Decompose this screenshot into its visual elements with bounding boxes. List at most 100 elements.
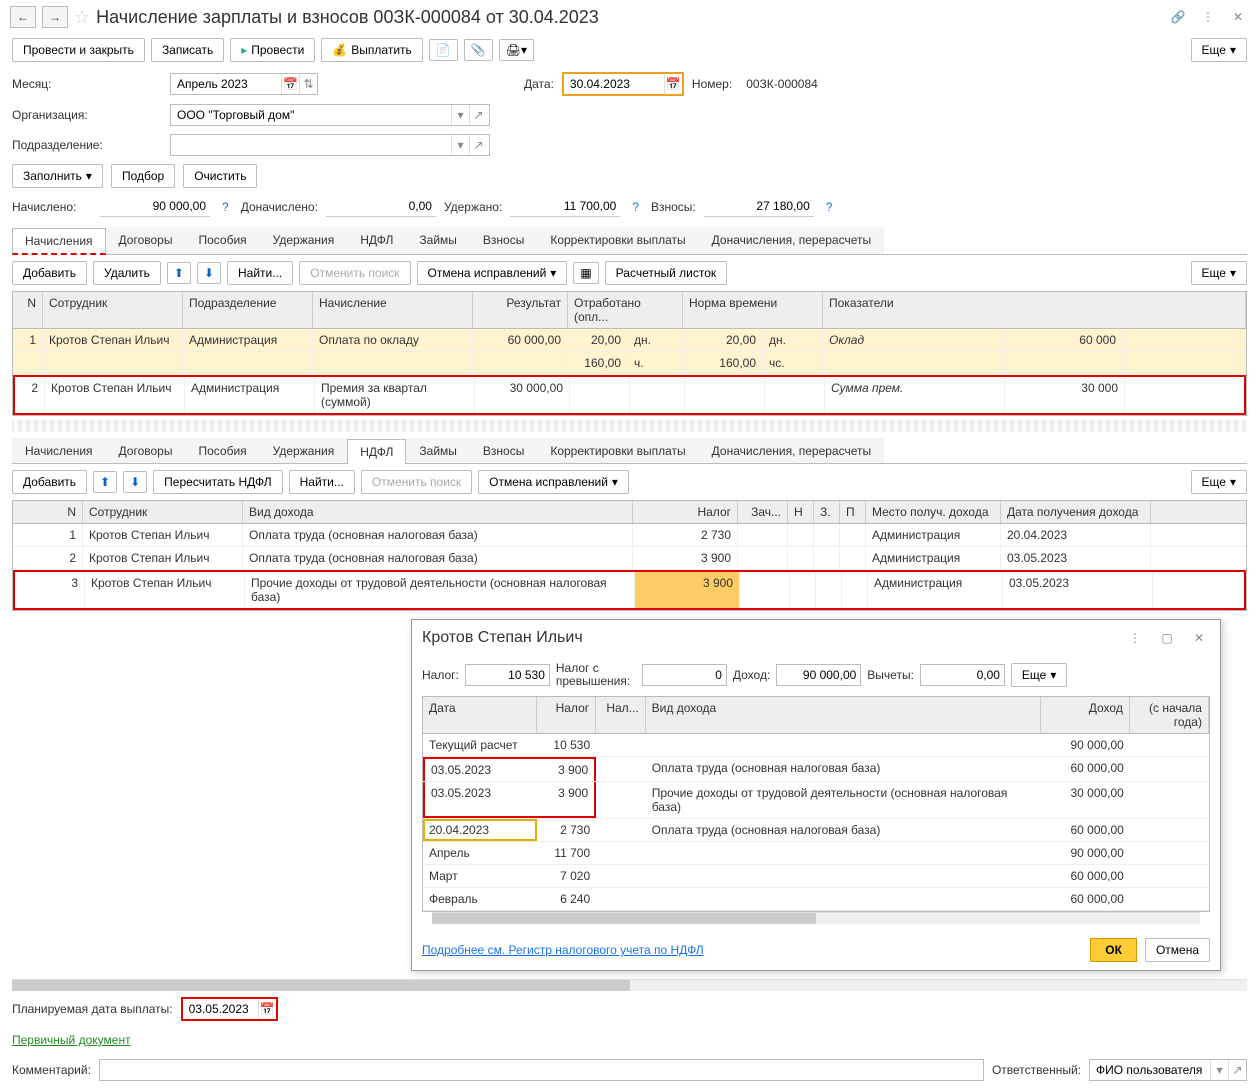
close-icon[interactable]: ✕ — [1188, 628, 1210, 648]
list-item[interactable]: Текущий расчет10 53090 000,00 — [423, 734, 1209, 757]
post-and-close-button[interactable]: Провести и закрыть — [12, 38, 145, 62]
col-date[interactable]: Дата получения дохода — [1001, 501, 1151, 523]
delete-button[interactable]: Удалить — [93, 261, 161, 285]
open-icon[interactable]: ↗ — [1228, 1060, 1246, 1080]
find-button[interactable]: Найти... — [289, 470, 355, 494]
deduct-value[interactable] — [920, 664, 1005, 686]
tab-1[interactable]: Договоры — [106, 438, 186, 463]
excess-value[interactable] — [642, 664, 727, 686]
col-inc[interactable]: Вид дохода — [243, 501, 633, 523]
pay-button[interactable]: 💰Выплатить — [321, 38, 422, 62]
popup-grid[interactable]: Дата Налог Нал... Вид дохода Доход (с на… — [422, 696, 1210, 912]
link-icon[interactable]: 🔗 — [1167, 7, 1189, 27]
help-icon[interactable]: ? — [218, 200, 233, 214]
col-emp[interactable]: Сотрудник — [83, 501, 243, 523]
move-up-button[interactable]: ⬆ — [93, 471, 117, 493]
cancel-find-button[interactable]: Отменить поиск — [299, 261, 410, 285]
col-z[interactable]: З. — [814, 501, 840, 523]
table-row[interactable]: 3Кротов Степан ИльичПрочие доходы от тру… — [13, 570, 1246, 610]
col-place[interactable]: Место получ. дохода — [866, 501, 1001, 523]
move-up-button[interactable]: ⬆ — [167, 262, 191, 284]
more-button[interactable]: Еще ▾ — [1191, 261, 1247, 285]
stepper-icon[interactable]: ⇅ — [299, 74, 317, 94]
col-date[interactable]: Дата — [423, 697, 537, 733]
tab-6[interactable]: Взносы — [470, 227, 537, 254]
open-icon[interactable]: ↗ — [469, 135, 487, 155]
col-type[interactable]: Вид дохода — [646, 697, 1041, 733]
col-n[interactable]: N — [13, 501, 83, 523]
tab-5[interactable]: Займы — [406, 227, 470, 254]
kebab-icon[interactable]: ⋮ — [1124, 628, 1146, 648]
cancel-find-button[interactable]: Отменить поиск — [361, 470, 472, 494]
recalc-ndfl-button[interactable]: Пересчитать НДФЛ — [153, 470, 282, 494]
table-row[interactable]: 2Кротов Степан ИльичОплата труда (основн… — [13, 547, 1246, 570]
open-icon[interactable]: ↗ — [469, 105, 487, 125]
popup-scrollbar[interactable] — [432, 912, 1200, 924]
tab-3[interactable]: Удержания — [260, 438, 348, 463]
help-icon[interactable]: ? — [628, 200, 643, 214]
col-emp[interactable]: Сотрудник — [43, 292, 183, 328]
col-norm[interactable]: Норма времени — [683, 292, 823, 328]
col-p[interactable]: П — [840, 501, 866, 523]
col-tax13[interactable]: Нал... — [596, 697, 646, 733]
cancel-fix-button[interactable]: Отмена исправлений ▾ — [478, 470, 629, 494]
org-input[interactable] — [171, 105, 451, 125]
grid-icon-button[interactable]: ▦ — [573, 262, 598, 284]
tab-7[interactable]: Корректировки выплаты — [537, 227, 698, 254]
list-item[interactable]: Март7 02060 000,00 — [423, 865, 1209, 888]
col-tax[interactable]: Налог — [537, 697, 596, 733]
tab-5[interactable]: Займы — [406, 438, 470, 463]
cancel-button[interactable]: Отмена — [1145, 938, 1210, 962]
forward-button[interactable]: → — [42, 6, 68, 28]
add-accrued-value[interactable] — [326, 196, 436, 217]
tab-4[interactable]: НДФЛ — [347, 227, 406, 254]
tax-value[interactable] — [465, 664, 550, 686]
calendar-icon[interactable]: 📅 — [281, 74, 299, 94]
clear-button[interactable]: Очистить — [183, 164, 257, 188]
dropdown-icon[interactable]: ▾ — [1210, 1060, 1228, 1080]
attach-icon-button[interactable]: 📎 — [464, 39, 493, 61]
print-icon-button[interactable]: 🖨▾ — [499, 39, 534, 61]
ndfl-grid[interactable]: N Сотрудник Вид дохода Налог Зач... Н З.… — [12, 500, 1247, 611]
accruals-grid[interactable]: N Сотрудник Подразделение Начисление Рез… — [12, 291, 1247, 416]
fill-button[interactable]: Заполнить ▾ — [12, 164, 103, 188]
more-button[interactable]: Еще ▾ — [1191, 38, 1247, 62]
tab-4[interactable]: НДФЛ — [347, 439, 406, 464]
col-year[interactable]: (с начала года) — [1130, 697, 1209, 733]
list-item[interactable]: 20.04.20232 730Оплата труда (основная на… — [423, 819, 1209, 842]
tab-6[interactable]: Взносы — [470, 438, 537, 463]
income-value[interactable] — [776, 664, 861, 686]
back-button[interactable]: ← — [10, 6, 36, 28]
pick-button[interactable]: Подбор — [111, 164, 175, 188]
col-h[interactable]: Н — [788, 501, 814, 523]
more-button[interactable]: Еще ▾ — [1191, 470, 1247, 494]
table-row[interactable]: 2Кротов Степан ИльичАдминистрацияПремия … — [13, 375, 1246, 415]
maximize-icon[interactable]: ▢ — [1156, 628, 1178, 648]
add-button[interactable]: Добавить — [12, 470, 87, 494]
main-scrollbar[interactable] — [12, 979, 1247, 991]
calendar-icon[interactable]: 📅 — [664, 74, 682, 94]
table-row[interactable]: 1Кротов Степан ИльичОплата труда (основн… — [13, 524, 1246, 547]
col-tax[interactable]: Налог — [633, 501, 738, 523]
list-item[interactable]: Апрель11 70090 000,00 — [423, 842, 1209, 865]
tab-7[interactable]: Корректировки выплаты — [537, 438, 698, 463]
tab-0[interactable]: Начисления — [12, 228, 106, 255]
popup-more-button[interactable]: Еще ▾ — [1011, 663, 1067, 687]
col-work[interactable]: Отработано (опл... — [568, 292, 683, 328]
comment-input[interactable] — [99, 1059, 984, 1081]
tab-2[interactable]: Пособия — [185, 227, 259, 254]
col-res[interactable]: Результат — [473, 292, 568, 328]
plan-date-input[interactable] — [183, 999, 258, 1019]
col-ind[interactable]: Показатели — [823, 292, 1246, 328]
col-inc[interactable]: Доход — [1041, 697, 1130, 733]
tab-8[interactable]: Доначисления, перерасчеты — [699, 227, 884, 254]
col-zach[interactable]: Зач... — [738, 501, 788, 523]
tab-8[interactable]: Доначисления, перерасчеты — [699, 438, 884, 463]
add-button[interactable]: Добавить — [12, 261, 87, 285]
payslip-button[interactable]: Расчетный листок — [605, 261, 727, 285]
col-accr[interactable]: Начисление — [313, 292, 473, 328]
tab-3[interactable]: Удержания — [260, 227, 348, 254]
tab-1[interactable]: Договоры — [106, 227, 186, 254]
dept-input[interactable] — [171, 135, 451, 155]
tab-2[interactable]: Пособия — [185, 438, 259, 463]
